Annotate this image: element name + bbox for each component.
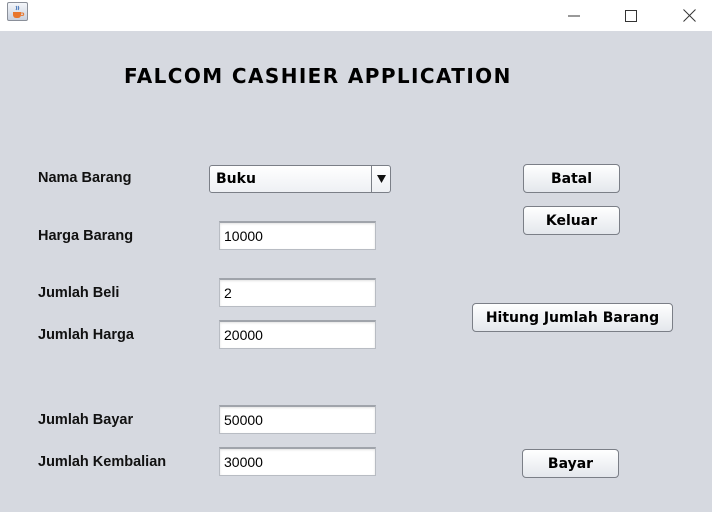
jumlah-bayar-field[interactable]: 50000 bbox=[219, 405, 376, 434]
jumlah-harga-label: Jumlah Harga bbox=[38, 327, 134, 343]
maximize-icon bbox=[625, 9, 637, 22]
window-titlebar[interactable] bbox=[0, 0, 712, 31]
harga-barang-label: Harga Barang bbox=[38, 228, 134, 244]
nama-barang-select[interactable]: Buku bbox=[209, 165, 391, 193]
jumlah-bayar-label: Jumlah Bayar bbox=[38, 412, 134, 428]
jumlah-kembalian-label: Jumlah Kembalian bbox=[38, 454, 167, 470]
chevron-down-icon[interactable] bbox=[371, 166, 390, 192]
java-cup-icon[interactable] bbox=[7, 2, 28, 21]
bayar-button[interactable]: Bayar bbox=[522, 449, 619, 478]
jumlah-harga-field[interactable]: 20000 bbox=[219, 320, 376, 349]
close-icon bbox=[682, 9, 696, 22]
app-heading: FALCOM CASHIER APPLICATION bbox=[124, 64, 512, 88]
nama-barang-selected-value: Buku bbox=[216, 171, 256, 187]
jumlah-kembalian-field[interactable]: 30000 bbox=[219, 447, 376, 476]
minimize-button[interactable] bbox=[551, 0, 597, 31]
close-button[interactable] bbox=[666, 0, 712, 31]
hitung-jumlah-barang-button[interactable]: Hitung Jumlah Barang bbox=[472, 303, 673, 332]
jumlah-beli-field[interactable]: 2 bbox=[219, 278, 376, 307]
nama-barang-label: Nama Barang bbox=[38, 170, 132, 186]
maximize-button[interactable] bbox=[608, 0, 654, 31]
keluar-button[interactable]: Keluar bbox=[523, 206, 620, 235]
jumlah-beli-label: Jumlah Beli bbox=[38, 285, 120, 301]
batal-button[interactable]: Batal bbox=[523, 164, 620, 193]
minimize-icon bbox=[568, 15, 580, 16]
harga-barang-field[interactable]: 10000 bbox=[219, 221, 376, 250]
